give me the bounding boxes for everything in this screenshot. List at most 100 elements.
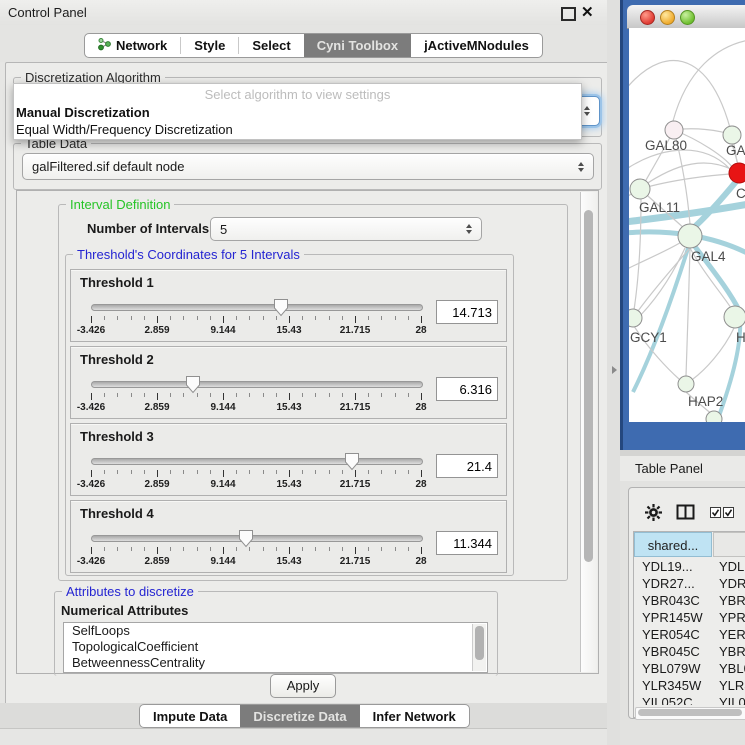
select-columns-checkboxes-icon[interactable] bbox=[710, 506, 736, 522]
tab-label: Impute Data bbox=[153, 709, 227, 724]
slider-track[interactable] bbox=[91, 304, 423, 311]
network-edge[interactable] bbox=[686, 248, 690, 376]
minor-tick bbox=[104, 470, 105, 474]
table-row[interactable]: YBL079WYBL0 bbox=[634, 660, 745, 677]
tab-select[interactable]: Select bbox=[239, 34, 303, 57]
table-row[interactable]: YBR043CYBR0 bbox=[634, 592, 745, 609]
network-node-partial-bottom[interactable] bbox=[706, 411, 722, 422]
threshold-list: Threshold 1 -3.4262.8599.14415.4321.7152… bbox=[70, 269, 507, 577]
threshold-value-field[interactable] bbox=[436, 531, 498, 555]
algorithm-option[interactable]: Manual Discretization bbox=[14, 104, 581, 121]
minor-tick bbox=[249, 470, 250, 474]
tab-style[interactable]: Style bbox=[181, 34, 238, 57]
tick-label: 28 bbox=[415, 556, 426, 567]
table-row[interactable]: YPR145WYPR1 bbox=[634, 609, 745, 626]
tab-network[interactable]: Network bbox=[85, 34, 180, 57]
apply-button[interactable]: Apply bbox=[270, 674, 336, 698]
close-traffic-light-icon[interactable] bbox=[640, 10, 655, 25]
slider-track[interactable] bbox=[91, 381, 423, 388]
minor-tick bbox=[342, 393, 343, 397]
threshold-slider[interactable]: -3.4262.8599.14415.4321.71528 bbox=[91, 456, 421, 492]
minor-tick bbox=[170, 316, 171, 320]
network-node-GCY1[interactable] bbox=[629, 309, 642, 327]
settings-scrollbar[interactable] bbox=[580, 192, 597, 672]
network-node-GAL4[interactable] bbox=[678, 224, 702, 248]
gear-icon[interactable] bbox=[645, 504, 662, 524]
num-intervals-combobox[interactable]: 5 bbox=[210, 217, 482, 241]
attribute-list-item[interactable]: TopologicalCoefficient bbox=[64, 639, 487, 655]
network-node-HAP2[interactable] bbox=[678, 376, 694, 392]
minor-tick bbox=[368, 316, 369, 320]
scrollbar-thumb[interactable] bbox=[475, 626, 484, 660]
attributes-scrollbar[interactable] bbox=[472, 624, 486, 671]
node-label: C bbox=[736, 186, 745, 201]
minor-tick bbox=[144, 470, 145, 474]
slider-handle[interactable] bbox=[344, 452, 360, 471]
minor-tick bbox=[197, 547, 198, 551]
cell-name: YPR1 bbox=[713, 609, 745, 626]
slider-handle[interactable] bbox=[273, 298, 289, 317]
slider-track[interactable] bbox=[91, 458, 423, 465]
threshold-slider[interactable]: -3.4262.8599.14415.4321.71528 bbox=[91, 533, 421, 569]
scrollbar-thumb[interactable] bbox=[584, 210, 593, 562]
table-row[interactable]: YLR345WYLR3 bbox=[634, 677, 745, 694]
float-window-icon[interactable] bbox=[561, 7, 576, 21]
network-edge[interactable] bbox=[634, 199, 641, 310]
divider-collapse-icon[interactable] bbox=[612, 366, 617, 374]
tab-impute-data[interactable]: Impute Data bbox=[140, 705, 240, 727]
network-window-titlebar[interactable] bbox=[627, 5, 745, 29]
tick-label: 15.43 bbox=[276, 479, 301, 490]
network-node-GAL80[interactable] bbox=[665, 121, 683, 139]
split-columns-icon[interactable] bbox=[676, 504, 696, 524]
threshold-slider[interactable]: -3.4262.8599.14415.4321.71528 bbox=[91, 302, 421, 338]
threshold-value-field[interactable] bbox=[436, 454, 498, 478]
attribute-list-item[interactable]: SelfLoops bbox=[64, 623, 487, 639]
algorithm-option[interactable]: Equal Width/Frequency Discretization bbox=[14, 121, 581, 138]
minimize-traffic-light-icon[interactable] bbox=[660, 10, 675, 25]
tab-discretize-data[interactable]: Discretize Data bbox=[240, 705, 359, 727]
tick-label: 9.144 bbox=[210, 479, 235, 490]
table-row[interactable]: YBR045CYBR0 bbox=[634, 643, 745, 660]
network-edge[interactable] bbox=[693, 328, 734, 379]
combo-stepper-icon[interactable] bbox=[584, 106, 590, 116]
table-row[interactable]: YDR27...YDR2 bbox=[634, 575, 745, 592]
slider-track[interactable] bbox=[91, 535, 423, 542]
network-node-H-node[interactable] bbox=[724, 306, 745, 328]
column-header-shared-name[interactable]: shared... bbox=[634, 532, 712, 557]
close-icon[interactable]: ✕ bbox=[581, 3, 594, 23]
tick-label: 2.859 bbox=[144, 325, 169, 336]
table-row[interactable]: YIL052CYIL0 bbox=[634, 694, 745, 705]
slider-handle[interactable] bbox=[238, 529, 254, 548]
column-header-name[interactable]: na bbox=[713, 532, 745, 557]
tick-label: 9.144 bbox=[210, 402, 235, 413]
network-view[interactable]: GAL80GALCGAL11GAL4GCY1HHAP2 bbox=[629, 28, 745, 422]
threshold-slider[interactable]: -3.4262.8599.14415.4321.71528 bbox=[91, 379, 421, 415]
cell-name: YER0 bbox=[713, 626, 745, 643]
minor-tick bbox=[276, 393, 277, 397]
threshold-value-field[interactable] bbox=[436, 377, 498, 401]
combo-stepper-icon[interactable] bbox=[466, 224, 472, 234]
minor-tick bbox=[249, 547, 250, 551]
network-edge[interactable] bbox=[638, 248, 690, 311]
threshold-value-field[interactable] bbox=[436, 300, 498, 324]
network-node-GAL-right[interactable] bbox=[723, 126, 741, 144]
attribute-list-item[interactable]: BetweennessCentrality bbox=[64, 655, 487, 671]
table-row[interactable]: YDL19...YDL1 bbox=[634, 558, 745, 575]
window-frame-edge bbox=[620, 0, 623, 450]
combo-stepper-icon[interactable] bbox=[578, 162, 584, 172]
zoom-traffic-light-icon[interactable] bbox=[680, 10, 695, 25]
table-data-combobox[interactable]: galFiltered.sif default node bbox=[22, 153, 594, 180]
network-node-red-node[interactable] bbox=[729, 163, 745, 183]
network-node-GAL11[interactable] bbox=[630, 179, 650, 199]
tab-jactivemnodules[interactable]: jActiveMNodules bbox=[411, 34, 542, 57]
numerical-attributes-list[interactable]: SelfLoopsTopologicalCoefficientBetweenne… bbox=[63, 622, 488, 673]
minor-tick bbox=[236, 393, 237, 397]
threshold-label: Threshold 2 bbox=[80, 352, 154, 367]
table-row[interactable]: YER054CYER0 bbox=[634, 626, 745, 643]
node-label: GAL4 bbox=[691, 249, 726, 264]
slider-handle[interactable] bbox=[185, 375, 201, 394]
scrollbar-thumb[interactable] bbox=[638, 709, 742, 716]
tab-cyni-toolbox[interactable]: Cyni Toolbox bbox=[304, 34, 411, 57]
tab-infer-network[interactable]: Infer Network bbox=[360, 705, 469, 727]
table-hscrollbar[interactable] bbox=[635, 707, 745, 720]
